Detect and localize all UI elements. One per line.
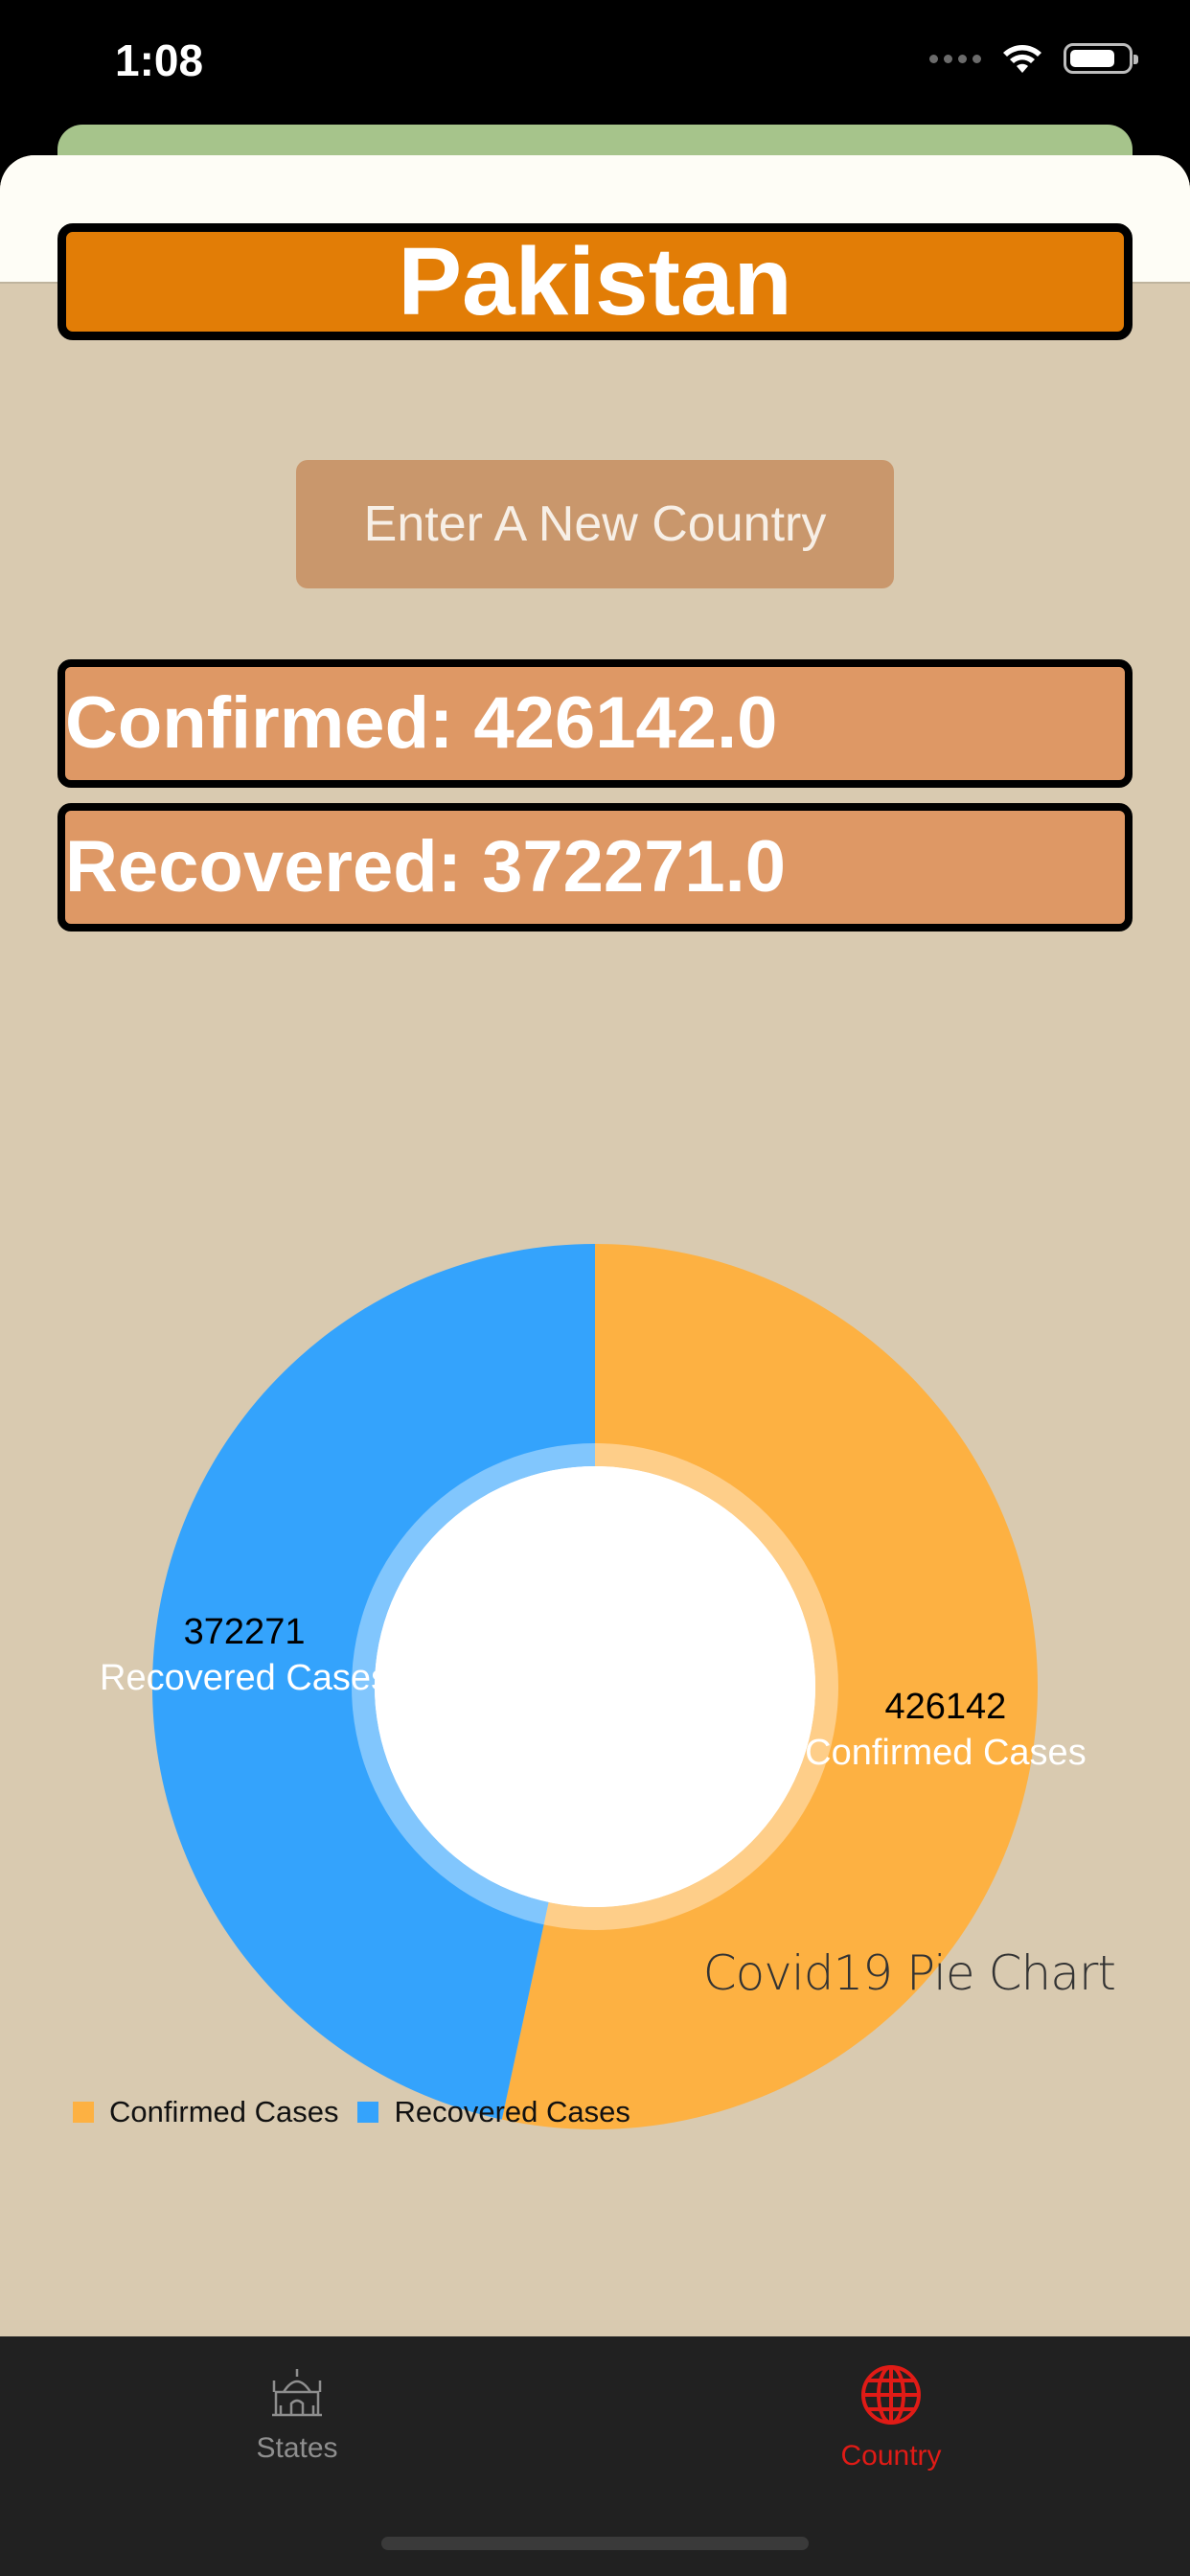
- pie-value-label: 426142: [885, 1687, 1007, 1727]
- chart-legend: Confirmed Cases Recovered Cases: [73, 2095, 650, 2129]
- home-indicator: [381, 2537, 809, 2550]
- legend-label-recovered: Recovered Cases: [394, 2095, 630, 2128]
- pie-category-label: Recovered Cases: [100, 1658, 389, 1698]
- donut-hole-top: [375, 1466, 815, 1907]
- chart-title: Covid19 Pie Chart: [702, 1945, 1116, 2001]
- globe-icon: [861, 2365, 921, 2425]
- legend-swatch-confirmed: [73, 2102, 94, 2123]
- building-icon: [272, 2369, 322, 2417]
- legend-swatch-recovered: [357, 2102, 379, 2123]
- wifi-icon: [1003, 45, 1041, 73]
- legend-item-confirmed: Confirmed Cases: [73, 2095, 338, 2129]
- legend-label-confirmed: Confirmed Cases: [109, 2095, 339, 2128]
- tab-states[interactable]: States: [201, 2363, 393, 2465]
- pie-category-label: Confirmed Cases: [805, 1733, 1087, 1773]
- cellular-signal-icon: [929, 54, 981, 63]
- tab-country-label: Country: [840, 2440, 942, 2472]
- enter-new-country-button[interactable]: Enter A New Country: [296, 460, 894, 588]
- covid-pie-chart: 426142 Confirmed Cases 372271 Recovered Cas…: [100, 1244, 1087, 2129]
- country-title: Pakistan: [57, 223, 1133, 340]
- tab-country[interactable]: Country: [795, 2363, 987, 2472]
- battery-icon: [1064, 43, 1138, 74]
- recovered-cases-label: Recovered: 372271.0: [57, 803, 1133, 932]
- pie-value-label: 372271: [184, 1612, 306, 1652]
- status-icons: [929, 42, 1138, 75]
- status-bar: 1:08: [0, 0, 1190, 144]
- status-time: 1:08: [115, 35, 204, 85]
- confirmed-cases-label: Confirmed: 426142.0: [57, 659, 1133, 788]
- tab-states-label: States: [256, 2432, 338, 2464]
- legend-item-recovered: Recovered Cases: [357, 2095, 630, 2129]
